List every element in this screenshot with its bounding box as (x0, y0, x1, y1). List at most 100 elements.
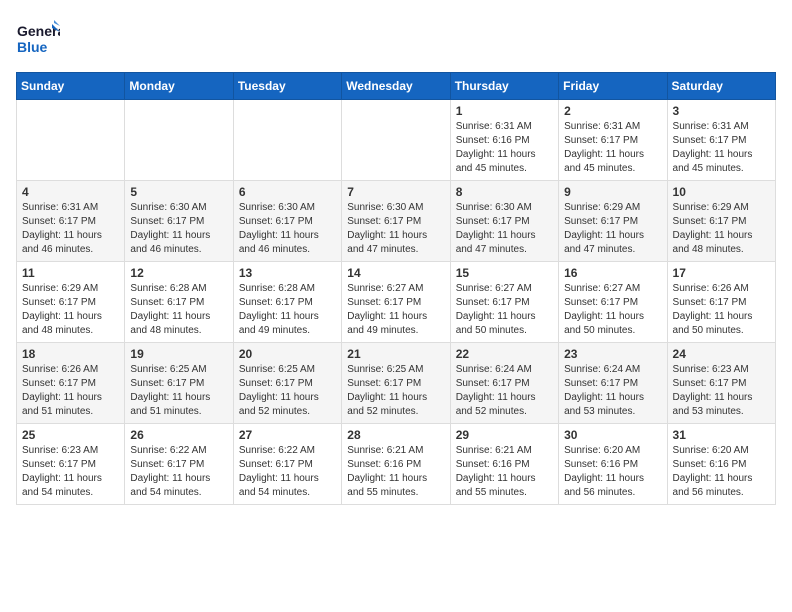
sunrise-text: Sunrise: 6:22 AM (130, 444, 227, 458)
calendar-cell: 28 Sunrise: 6:21 AMSunset: 6:16 PMDayligh… (342, 424, 450, 505)
calendar-cell: 23Sunrise: 6:24 AMSunset: 6:17 PMDayligh… (559, 343, 667, 424)
calendar-cell: 31 Sunrise: 6:20 AMSunset: 6:16 PMDayligh… (667, 424, 775, 505)
svg-text:Blue: Blue (17, 39, 48, 55)
sunset-text: Sunset: 6:17 PM (673, 134, 770, 148)
sunset-text: Sunset: 6:16 PM (456, 134, 553, 148)
daylight-text: Daylight: 11 hours and 53 minutes. (673, 391, 770, 419)
daylight-text: Daylight: 11 hours and 46 minutes. (22, 229, 119, 257)
calendar-week-row: 11Sunrise: 6:29 AMSunset: 6:17 PMDayligh… (17, 262, 776, 343)
day-info: Sunrise: 6:20 AMSunset: 6:16 PMDaylight:… (673, 444, 770, 500)
day-number: 19 (130, 347, 227, 361)
daylight-text: Daylight: 11 hours and 55 minutes. (456, 472, 553, 500)
sunrise-text: Sunrise: 6:29 AM (673, 201, 770, 215)
day-number: 5 (130, 185, 227, 199)
daylight-text: Daylight: 11 hours and 50 minutes. (673, 310, 770, 338)
daylight-text: Daylight: 11 hours and 49 minutes. (347, 310, 444, 338)
day-info: Sunrise: 6:26 AMSunset: 6:17 PMDaylight:… (22, 363, 119, 419)
day-info: Sunrise: 6:23 AMSunset: 6:17 PMDaylight:… (673, 363, 770, 419)
sunrise-text: Sunrise: 6:26 AM (22, 363, 119, 377)
page-header: General Blue (16, 16, 776, 60)
sunrise-text: Sunrise: 6:27 AM (347, 282, 444, 296)
calendar-cell: 20Sunrise: 6:25 AMSunset: 6:17 PMDayligh… (233, 343, 341, 424)
calendar-cell: 29Sunrise: 6:21 AMSunset: 6:16 PMDayligh… (450, 424, 558, 505)
sunrise-text: Sunrise: 6:28 AM (130, 282, 227, 296)
calendar-cell: 4Sunrise: 6:31 AMSunset: 6:17 PMDaylight… (17, 181, 125, 262)
day-number: 2 (564, 104, 661, 118)
day-number: 21 (347, 347, 444, 361)
daylight-text: Daylight: 11 hours and 45 minutes. (456, 148, 553, 176)
day-number: 18 (22, 347, 119, 361)
calendar-cell: 17Sunrise: 6:26 AMSunset: 6:17 PMDayligh… (667, 262, 775, 343)
day-number: 20 (239, 347, 336, 361)
day-info: Sunrise: 6:28 AMSunset: 6:17 PMDaylight:… (239, 282, 336, 338)
day-number: 6 (239, 185, 336, 199)
sunrise-text: Sunrise: 6:31 AM (673, 120, 770, 134)
calendar-cell: 2 Sunrise: 6:31 AMSunset: 6:17 PMDaylight… (559, 100, 667, 181)
day-number: 23 (564, 347, 661, 361)
calendar-cell (233, 100, 341, 181)
day-number: 31 (673, 428, 770, 442)
sunset-text: Sunset: 6:17 PM (22, 215, 119, 229)
calendar-cell (17, 100, 125, 181)
calendar-cell: 21Sunrise: 6:25 AMSunset: 6:17 PMDayligh… (342, 343, 450, 424)
calendar-cell: 26 Sunrise: 6:22 AMSunset: 6:17 PMDayligh… (125, 424, 233, 505)
daylight-text: Daylight: 11 hours and 50 minutes. (456, 310, 553, 338)
daylight-text: Daylight: 11 hours and 46 minutes. (130, 229, 227, 257)
day-number: 12 (130, 266, 227, 280)
calendar-cell: 14Sunrise: 6:27 AMSunset: 6:17 PMDayligh… (342, 262, 450, 343)
sunset-text: Sunset: 6:17 PM (564, 377, 661, 391)
sunset-text: Sunset: 6:17 PM (564, 215, 661, 229)
calendar-cell: 8Sunrise: 6:30 AMSunset: 6:17 PMDaylight… (450, 181, 558, 262)
sunrise-text: Sunrise: 6:24 AM (456, 363, 553, 377)
day-number: 17 (673, 266, 770, 280)
sunrise-text: Sunrise: 6:23 AM (22, 444, 119, 458)
day-info: Sunrise: 6:29 AMSunset: 6:17 PMDaylight:… (564, 201, 661, 257)
day-info: Sunrise: 6:31 AMSunset: 6:17 PMDaylight:… (673, 120, 770, 176)
day-header-friday: Friday (559, 73, 667, 100)
calendar-week-row: 18Sunrise: 6:26 AMSunset: 6:17 PMDayligh… (17, 343, 776, 424)
day-header-tuesday: Tuesday (233, 73, 341, 100)
day-number: 25 (22, 428, 119, 442)
calendar-week-row: 4Sunrise: 6:31 AMSunset: 6:17 PMDaylight… (17, 181, 776, 262)
sunset-text: Sunset: 6:17 PM (130, 215, 227, 229)
day-info: Sunrise: 6:22 AMSunset: 6:17 PMDaylight:… (130, 444, 227, 500)
day-info: Sunrise: 6:31 AMSunset: 6:17 PMDaylight:… (564, 120, 661, 176)
calendar-cell: 12Sunrise: 6:28 AMSunset: 6:17 PMDayligh… (125, 262, 233, 343)
sunrise-text: Sunrise: 6:26 AM (673, 282, 770, 296)
sunrise-text: Sunrise: 6:21 AM (347, 444, 444, 458)
day-info: Sunrise: 6:21 AMSunset: 6:16 PMDaylight:… (347, 444, 444, 500)
calendar-cell: 18 Sunrise: 6:26 AMSunset: 6:17 PMDayligh… (17, 343, 125, 424)
sunrise-text: Sunrise: 6:20 AM (564, 444, 661, 458)
day-info: Sunrise: 6:30 AMSunset: 6:17 PMDaylight:… (130, 201, 227, 257)
sunrise-text: Sunrise: 6:29 AM (564, 201, 661, 215)
calendar-cell: 5 Sunrise: 6:30 AMSunset: 6:17 PMDaylight… (125, 181, 233, 262)
calendar-cell: 1Sunrise: 6:31 AMSunset: 6:16 PMDaylight… (450, 100, 558, 181)
day-number: 27 (239, 428, 336, 442)
day-number: 28 (347, 428, 444, 442)
day-number: 26 (130, 428, 227, 442)
daylight-text: Daylight: 11 hours and 49 minutes. (239, 310, 336, 338)
calendar-cell: 10Sunrise: 6:29 AMSunset: 6:17 PMDayligh… (667, 181, 775, 262)
daylight-text: Daylight: 11 hours and 45 minutes. (564, 148, 661, 176)
day-info: Sunrise: 6:31 AMSunset: 6:17 PMDaylight:… (22, 201, 119, 257)
day-info: Sunrise: 6:27 AMSunset: 6:17 PMDaylight:… (564, 282, 661, 338)
calendar-cell (342, 100, 450, 181)
daylight-text: Daylight: 11 hours and 47 minutes. (347, 229, 444, 257)
calendar-cell: 11Sunrise: 6:29 AMSunset: 6:17 PMDayligh… (17, 262, 125, 343)
calendar-week-row: 25 Sunrise: 6:23 AM Sunset: 6:17 PM Dayligh… (17, 424, 776, 505)
day-info: Sunrise: 6:27 AMSunset: 6:17 PMDaylight:… (456, 282, 553, 338)
day-number: 29 (456, 428, 553, 442)
sunset-text: Sunset: 6:17 PM (347, 377, 444, 391)
day-number: 8 (456, 185, 553, 199)
daylight-text: Daylight: 11 hours and 54 minutes. (239, 472, 336, 500)
daylight-text: Daylight: 11 hours and 52 minutes. (456, 391, 553, 419)
daylight-text: Daylight: 11 hours and 50 minutes. (564, 310, 661, 338)
daylight-text: Daylight: 11 hours and 56 minutes. (564, 472, 661, 500)
sunset-text: Sunset: 6:17 PM (456, 377, 553, 391)
calendar-cell: 6Sunrise: 6:30 AMSunset: 6:17 PMDaylight… (233, 181, 341, 262)
calendar-cell (125, 100, 233, 181)
sunrise-text: Sunrise: 6:31 AM (564, 120, 661, 134)
daylight-text: Daylight: 11 hours and 48 minutes. (130, 310, 227, 338)
day-number: 16 (564, 266, 661, 280)
sunset-text: Sunset: 6:17 PM (130, 458, 227, 472)
